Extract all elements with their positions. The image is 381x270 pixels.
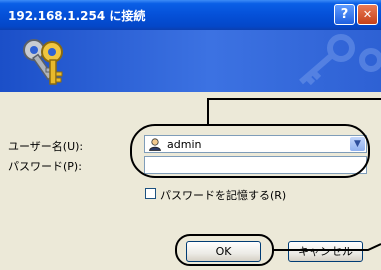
remember-password-checkbox[interactable] bbox=[145, 188, 156, 199]
chevron-down-icon[interactable]: ▼ bbox=[350, 137, 365, 151]
cancel-button[interactable]: キャンセル bbox=[288, 241, 363, 262]
username-combobox[interactable]: admin ▼ bbox=[144, 135, 367, 153]
ok-button[interactable]: OK bbox=[186, 241, 261, 262]
username-label: ユーザー名(U): bbox=[8, 140, 84, 153]
keys-icon bbox=[23, 39, 63, 85]
keys-watermark-icon bbox=[299, 34, 381, 86]
username-value: admin bbox=[167, 138, 202, 151]
dialog-body: ユーザー名(U): admin ▼ パスワード(P): パスワードを記憶する(R… bbox=[0, 92, 381, 270]
user-icon bbox=[149, 138, 161, 151]
help-button[interactable]: ? bbox=[334, 4, 355, 25]
dialog-banner bbox=[0, 30, 381, 92]
connect-dialog: 192.168.1.254 に接続 ? ✕ ユーザー名(U): admin ▼ … bbox=[0, 0, 381, 270]
password-label: パスワード(P): bbox=[8, 160, 82, 173]
remember-password-label[interactable]: パスワードを記憶する(R) bbox=[160, 187, 286, 203]
password-field[interactable] bbox=[144, 156, 367, 174]
window-title: 192.168.1.254 に接続 bbox=[8, 9, 146, 23]
title-bar[interactable]: 192.168.1.254 に接続 ? ✕ bbox=[0, 0, 381, 30]
close-button[interactable]: ✕ bbox=[357, 4, 378, 25]
